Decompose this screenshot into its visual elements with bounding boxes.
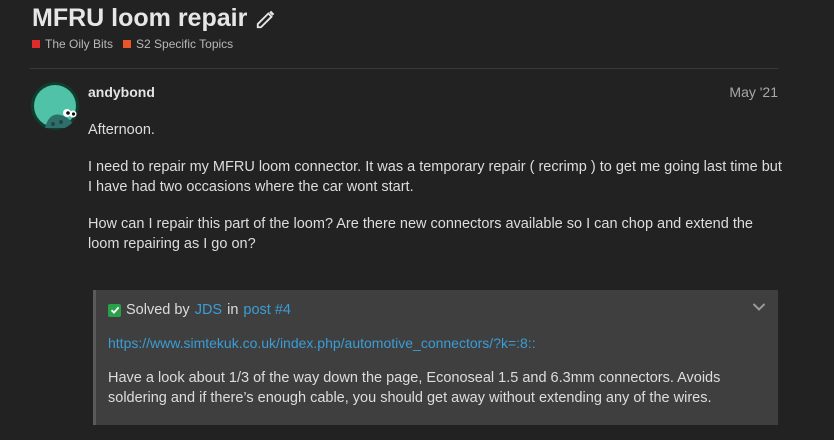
category-breadcrumb: The Oily Bits S2 Specific Topics	[32, 37, 233, 51]
post-paragraph: I need to repair my MFRU loom connector.…	[88, 159, 782, 195]
avatar[interactable]	[31, 82, 79, 130]
accepted-answer-header: Solved by JDS in post #4	[108, 302, 768, 318]
category-s2-specific[interactable]: S2 Specific Topics	[123, 37, 233, 51]
avatar-image	[31, 82, 79, 130]
category-swatch	[123, 40, 132, 48]
solved-by-label: Solved by	[126, 302, 190, 318]
category-label: The Oily Bits	[45, 37, 114, 51]
solution-author-link[interactable]: JDS	[195, 302, 222, 318]
solution-text: Have a look about 1/3 of the way down th…	[108, 370, 721, 406]
page-title: MFRU loom repair	[32, 4, 248, 32]
category-label: S2 Specific Topics	[136, 37, 234, 51]
accepted-answer: Solved by JDS in post #4 https://www.sim…	[93, 290, 778, 425]
topic-title-row: MFRU loom repair	[32, 4, 277, 33]
category-swatch	[32, 40, 40, 48]
divider	[30, 68, 778, 69]
solution-post-link[interactable]: post #4	[243, 302, 291, 318]
in-label: in	[227, 302, 239, 318]
solution-url-link[interactable]: https://www.simtekuk.co.uk/index.php/aut…	[108, 335, 768, 351]
post-author[interactable]: andybond	[88, 84, 155, 100]
post-paragraph: How can I repair this part of the loom? …	[88, 216, 753, 252]
post-paragraph: Afternoon.	[88, 122, 155, 138]
post-body: Afternoon. I need to repair my MFRU loom…	[88, 120, 788, 271]
chevron-down-icon[interactable]	[752, 302, 766, 312]
category-oily-bits[interactable]: The Oily Bits	[32, 37, 113, 51]
post-date[interactable]: May '21	[729, 84, 778, 100]
pencil-icon[interactable]	[255, 8, 277, 30]
check-icon	[108, 303, 121, 317]
